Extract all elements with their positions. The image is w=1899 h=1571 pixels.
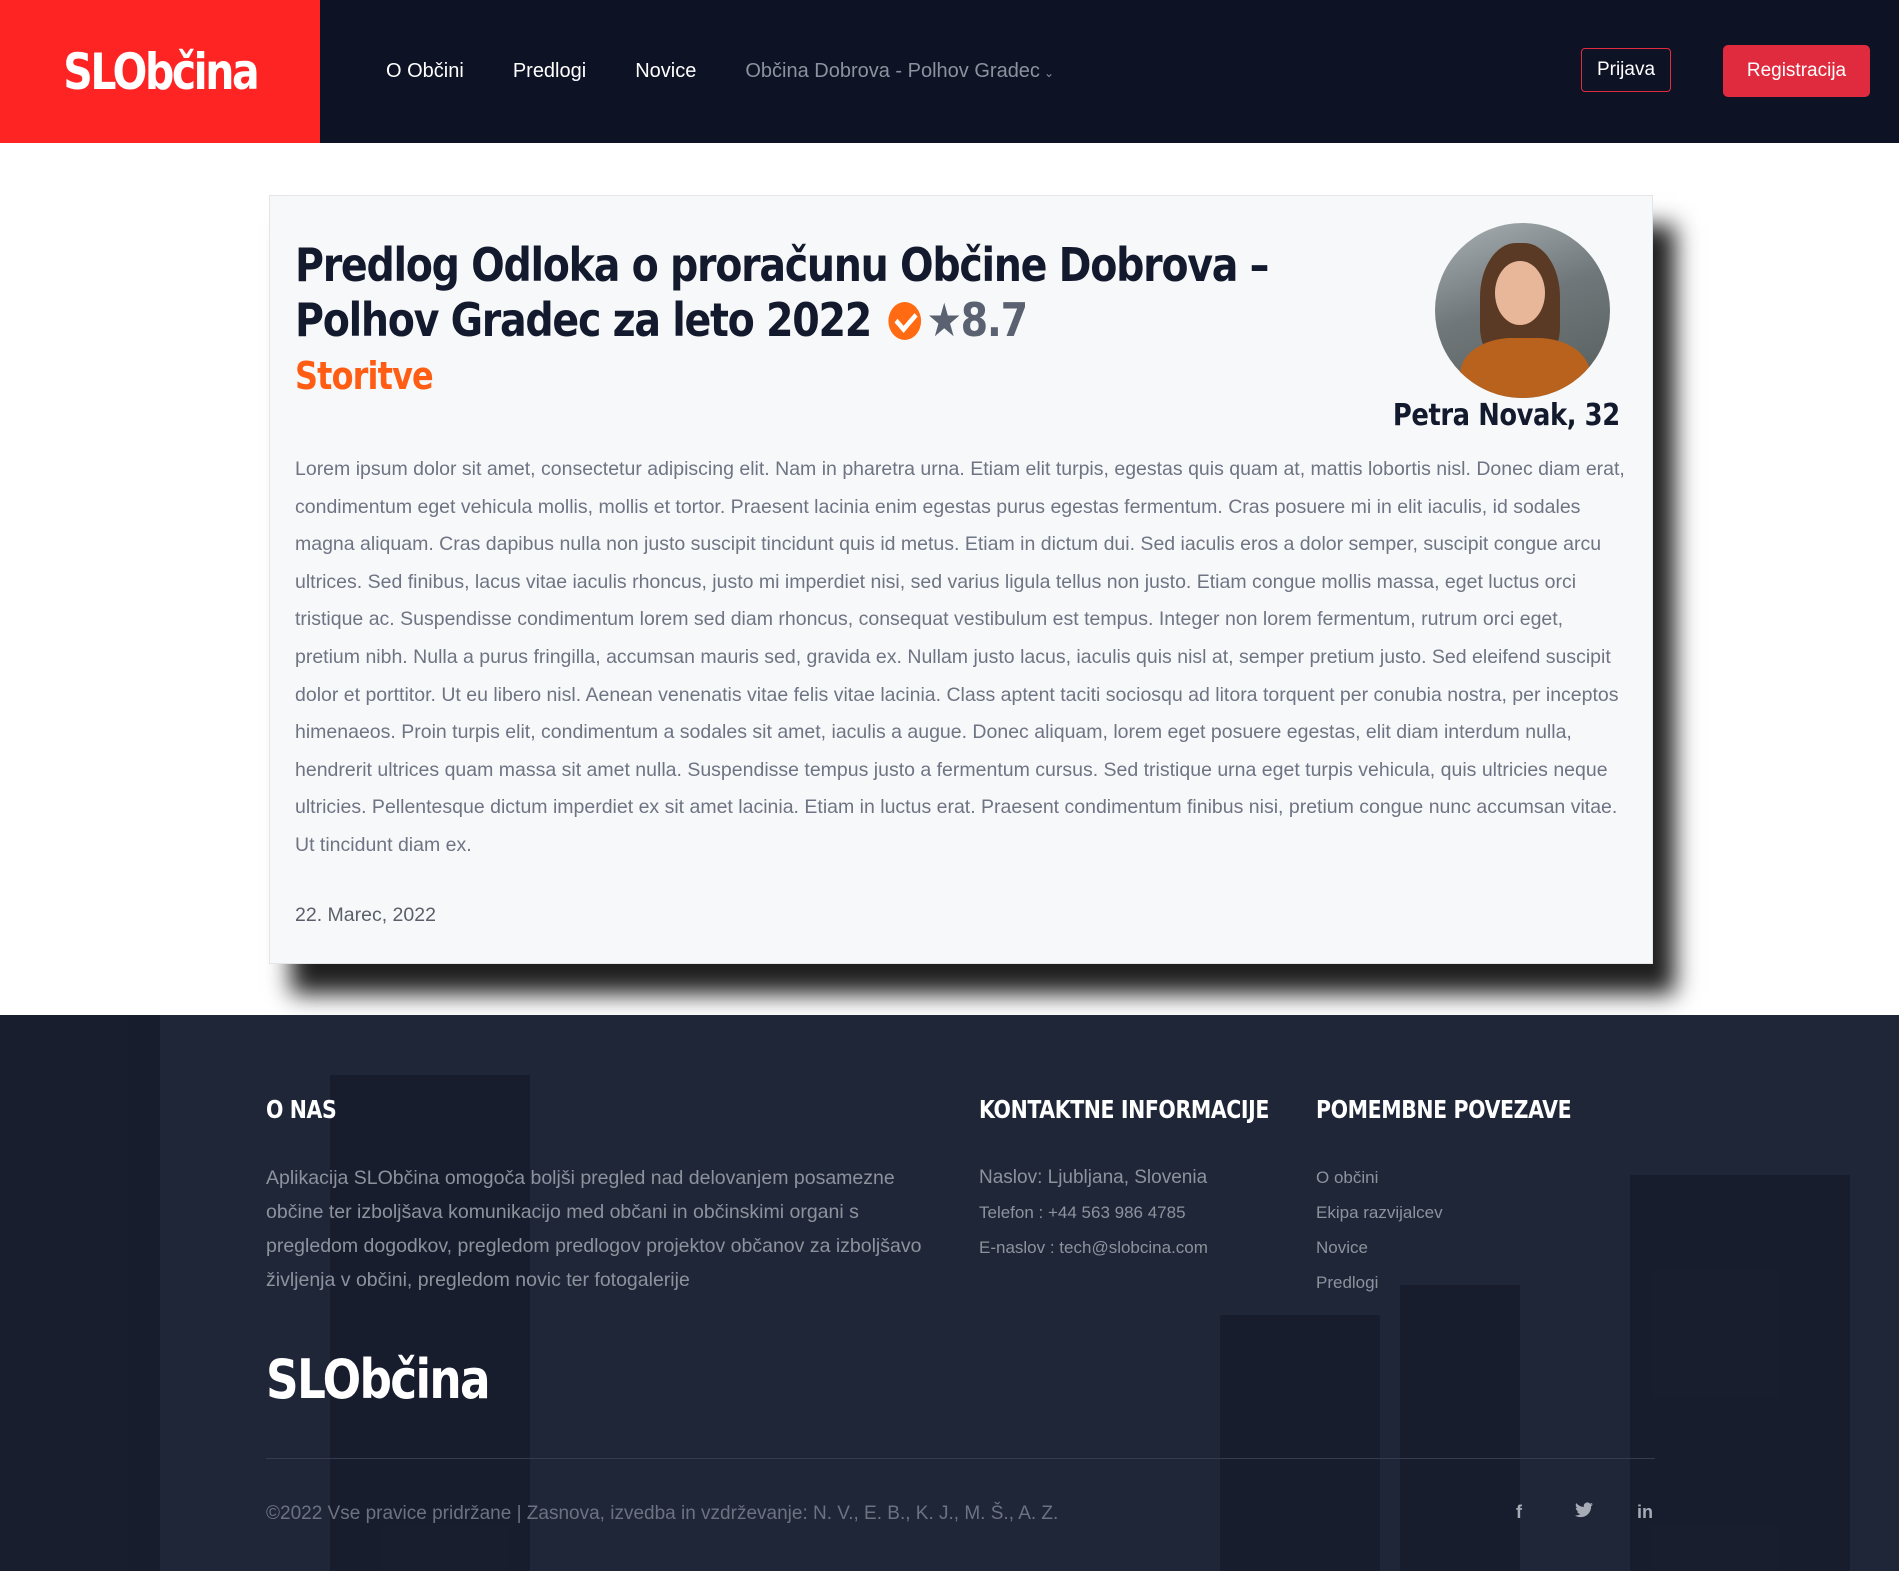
copyright-text: ©2022 Vse pravice pridržane | Zasnova, i… [266,1503,1059,1524]
contact-email[interactable]: E-naslov : tech@slobcina.com [979,1238,1208,1258]
municipality-dropdown[interactable]: Občina Dobrova - Polhov Gradec ⌄ [745,60,1054,83]
footer-link-novice[interactable]: Novice [1316,1238,1368,1258]
site-logo-text: SLObčina [63,42,259,101]
login-button[interactable]: Prijava [1581,48,1671,92]
nav-link-predlogi[interactable]: Predlogi [513,60,586,83]
about-heading: O NAS [266,1095,337,1124]
footer-link-predlogi[interactable]: Predlogi [1316,1273,1378,1293]
contact-heading: KONTAKTNE INFORMACIJE [979,1095,1269,1124]
proposal-title: Predlog Odloka o proračunu Občine Dobrov… [295,238,1284,348]
site-footer: O NAS Aplikacija SLObčina omogoča boljši… [0,1015,1899,1571]
facebook-icon[interactable]: f [1516,1502,1522,1523]
twitter-icon[interactable] [1575,1502,1593,1523]
register-button[interactable]: Registracija [1723,45,1870,97]
author-name: Petra Novak, 32 [1393,398,1620,433]
links-heading: POMEMBNE POVEZAVE [1316,1095,1572,1124]
proposal-category: Storitve [295,354,434,398]
main-nav: O Občini Predlogi Novice Občina Dobrova … [386,0,1103,143]
linkedin-icon[interactable]: in [1637,1502,1653,1523]
nav-link-novice[interactable]: Novice [635,60,696,83]
check-circle-icon [888,302,922,340]
top-navbar: SLObčina O Občini Predlogi Novice Občina… [0,0,1899,143]
chevron-down-icon: ⌄ [1043,66,1054,80]
author-avatar [1435,223,1610,398]
footer-link-o-obcini[interactable]: O občini [1316,1168,1378,1188]
contact-address: Naslov: Ljubljana, Slovenia [979,1167,1208,1188]
proposal-title-text: Predlog Odloka o proračunu Občine Dobrov… [295,238,1269,347]
proposal-card: Predlog Odloka o proračunu Občine Dobrov… [269,195,1653,964]
proposal-date: 22. Marec, 2022 [295,904,436,926]
municipality-dropdown-label: Občina Dobrova - Polhov Gradec [745,60,1040,82]
footer-logo[interactable]: SLObčina [266,1348,491,1411]
footer-link-ekipa[interactable]: Ekipa razvijalcev [1316,1203,1443,1223]
proposal-rating: 8.7 [960,293,1029,347]
about-text: Aplikacija SLObčina omogoča boljši pregl… [266,1167,922,1291]
footer-divider [266,1458,1655,1459]
star-icon: ★ [926,293,961,347]
proposal-body: Lorem ipsum dolor sit amet, consectetur … [295,458,1625,856]
contact-phone: Telefon : +44 563 986 4785 [979,1203,1186,1222]
site-logo[interactable]: SLObčina [0,0,320,143]
nav-link-o-obcini[interactable]: O Občini [386,60,464,83]
